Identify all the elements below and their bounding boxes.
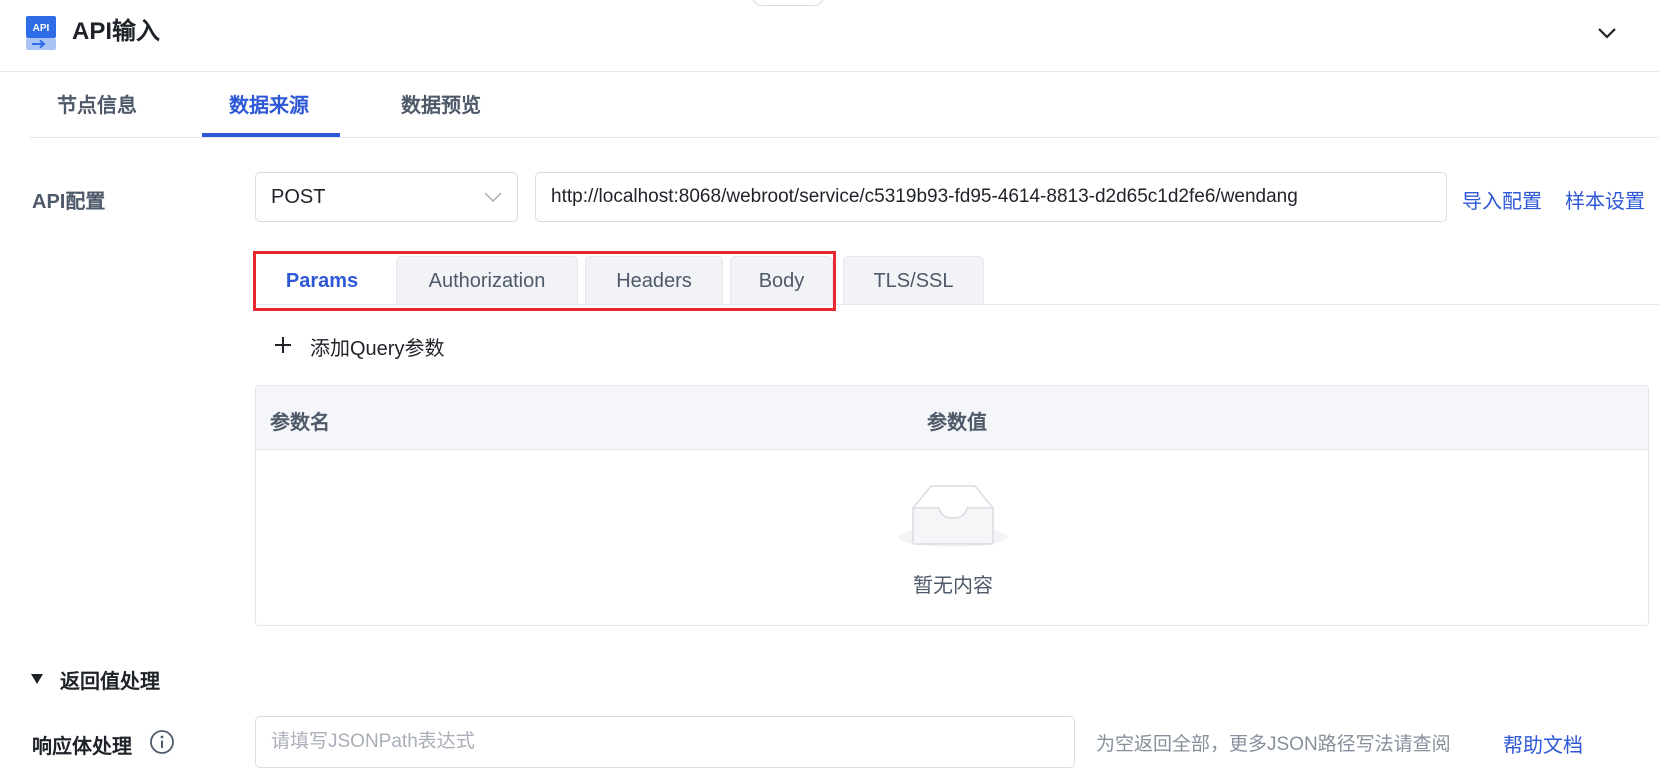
params-table: 参数名 参数值 暂无内容 (255, 385, 1649, 626)
tab-data-preview[interactable]: 数据预览 (401, 92, 481, 120)
method-value: POST (271, 186, 326, 208)
table-header: 参数名 参数值 (256, 386, 1648, 450)
url-input[interactable] (535, 172, 1447, 222)
info-icon[interactable] (149, 729, 175, 755)
add-query-param-label: 添加Query参数 (310, 338, 445, 360)
api-config-label: API配置 (32, 191, 106, 213)
caret-down-icon (31, 674, 43, 684)
tab-node-info[interactable]: 节点信息 (57, 92, 137, 120)
active-tab-indicator (202, 133, 340, 137)
import-config-link[interactable]: 导入配置 (1462, 185, 1542, 214)
main-tab-bar: 节点信息 数据来源 数据预览 (30, 80, 1659, 138)
tab-data-source[interactable]: 数据来源 (229, 92, 309, 120)
plus-icon (275, 337, 291, 353)
jsonpath-hint: 为空返回全部，更多JSON路径写法请查阅 (1096, 734, 1451, 755)
response-body-label: 响应体处理 (32, 736, 132, 758)
highlight-annotation-box (253, 251, 836, 311)
method-select[interactable]: POST (255, 172, 518, 222)
jsonpath-input[interactable] (255, 716, 1075, 768)
svg-text:API: API (33, 23, 50, 34)
empty-inbox-icon (898, 485, 1008, 547)
sample-settings-link[interactable]: 样本设置 (1565, 185, 1645, 214)
api-icon: API (26, 16, 56, 50)
chevron-down-icon[interactable] (1594, 20, 1620, 46)
column-header-param-name: 参数名 (270, 412, 330, 434)
chevron-down-icon (484, 192, 502, 203)
column-header-param-value: 参数值 (927, 412, 987, 434)
page-title: API输入 (72, 18, 161, 45)
section-title: 返回值处理 (60, 671, 160, 693)
tab-tls-ssl[interactable]: TLS/SSL (843, 256, 984, 304)
panel-header (0, 0, 1659, 72)
help-docs-link[interactable]: 帮助文档 (1503, 729, 1583, 758)
empty-state-text: 暂无内容 (913, 575, 993, 597)
